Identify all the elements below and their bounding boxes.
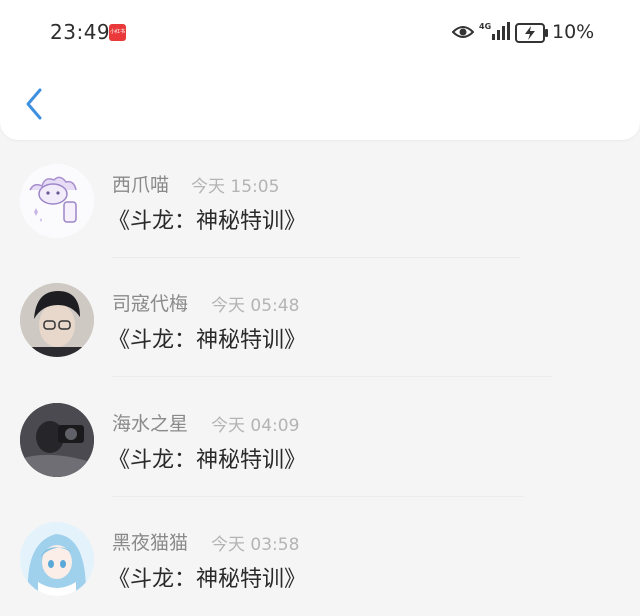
contact-name: 海水之星 [112,413,189,435]
avatar [20,283,94,357]
message-preview: 《斗龙：神秘特训》 [108,209,307,234]
chevron-left-icon [26,88,42,120]
message-time: 今天 15:05 [191,177,280,197]
row-divider [112,376,552,377]
battery-charging-icon [515,23,548,43]
avatar [20,403,94,477]
avatar-anime-illustration [20,522,94,596]
top-header: 23:49 小红书 4G 10% [0,0,640,140]
message-time: 今天 04:09 [211,416,300,436]
message-preview: 《斗龙：神秘特训》 [108,567,307,592]
status-bar: 23:49 小红书 4G 10% [0,0,640,64]
contact-name: 黑夜猫猫 [112,532,189,554]
avatar [20,164,94,238]
eye-icon [452,26,474,38]
battery-level: 10% [552,21,595,43]
message-preview: 《斗龙：神秘特训》 [108,448,307,473]
avatar [20,522,94,596]
avatar-photo [20,403,94,477]
avatar-photo [20,283,94,357]
avatar-cat-illustration [20,164,94,238]
message-time: 今天 05:48 [211,296,300,316]
contact-name: 西爪喵 [112,174,170,196]
app-badge-icon: 小红书 [109,24,126,41]
app-badge-label: 小红书 [109,29,125,35]
row-divider [112,257,520,258]
conversation-row[interactable]: 西爪喵 今天 15:05 《斗龙：神秘特训》 [0,140,640,258]
message-time: 今天 03:58 [211,535,300,555]
back-button[interactable] [18,84,52,124]
row-divider [112,496,524,497]
message-preview: 《斗龙：神秘特训》 [108,328,307,353]
conversation-row[interactable]: 黑夜猫猫 今天 03:58 《斗龙：神秘特训》 [0,498,640,616]
status-time: 23:49 [50,20,111,44]
signal-icon [492,22,510,40]
conversation-row[interactable]: 司寇代梅 今天 05:48 《斗龙：神秘特训》 [0,259,640,377]
conversation-row[interactable]: 海水之星 今天 04:09 《斗龙：神秘特训》 [0,379,640,497]
contact-name: 司寇代梅 [112,293,189,315]
